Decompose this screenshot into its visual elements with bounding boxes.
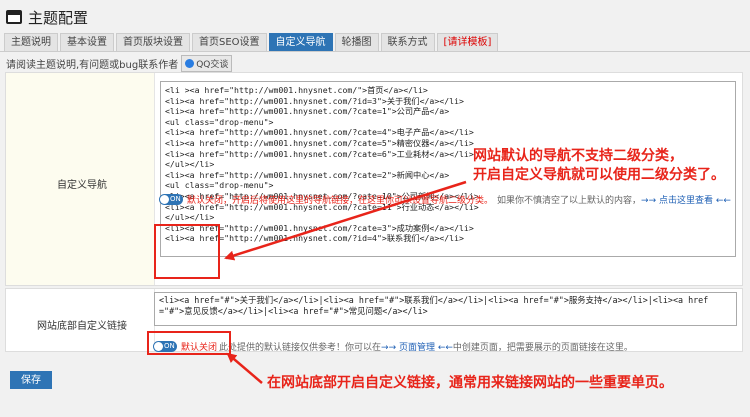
save-button[interactable]: 保存 bbox=[10, 371, 52, 389]
highlight-box-footer-toggle bbox=[147, 331, 231, 355]
tab-slider[interactable]: 轮播图 bbox=[334, 33, 379, 51]
annotation-top-line2: 开启自定义导航就可以使用二级分类了。 bbox=[473, 167, 725, 183]
page-manage-link[interactable]: →→ 页面管理 ←← bbox=[381, 340, 453, 353]
qq-icon bbox=[185, 59, 195, 68]
qq-chat-label: QQ交谈 bbox=[196, 60, 229, 70]
footer-links-label-cell: 网站底部自定义链接 bbox=[6, 289, 155, 351]
qq-chat-button[interactable]: QQ交谈 bbox=[181, 55, 233, 72]
custom-nav-toggle-row: ON 默认关闭 ，开启后将使用这里的导航链接，在这里你可以设置导航二级分类。 如… bbox=[159, 193, 731, 206]
tab-home-blocks[interactable]: 首页版块设置 bbox=[116, 33, 190, 51]
header: 主题配置 bbox=[6, 5, 88, 29]
highlight-box-nav-toggle bbox=[154, 224, 220, 279]
footer-links-label: 网站底部自定义链接 bbox=[37, 321, 127, 332]
notice-bar: 请阅读主题说明,有问题或bug联系作者 QQ交谈 bbox=[6, 55, 233, 72]
tab-template[interactable]: [请详模板] bbox=[436, 33, 499, 51]
footer-links-textarea[interactable]: <li><a href="#">关于我们</a></li>|<li><a hre… bbox=[154, 292, 737, 326]
notice-text: 请阅读主题说明,有问题或bug联系作者 bbox=[6, 60, 179, 71]
page-title: 主题配置 bbox=[28, 8, 89, 27]
tab-contact[interactable]: 联系方式 bbox=[380, 33, 435, 51]
annotation-top-line1: 网站默认的导航不支持二级分类， bbox=[473, 148, 683, 164]
tab-theme-intro[interactable]: 主题说明 bbox=[4, 33, 58, 51]
annotation-top: 网站默认的导航不支持二级分类， 开启自定义导航就可以使用二级分类了。 bbox=[473, 147, 725, 185]
tab-bar: 主题说明 基本设置 首页版块设置 首页SEO设置 自定义导航 轮播图 联系方式 … bbox=[4, 33, 499, 51]
tab-custom-nav[interactable]: 自定义导航 bbox=[268, 33, 333, 51]
custom-nav-default: 默认关闭 bbox=[187, 196, 224, 206]
tab-divider bbox=[0, 51, 750, 52]
footer-links-hint-pre: 此处提供的默认链接仅供参考！你可以在 bbox=[219, 343, 382, 353]
view-default-link[interactable]: →→ 点击这里查看 ←← bbox=[641, 193, 731, 206]
footer-links-hint-post: 中创建页面，把需要展示的页面链接在这里。 bbox=[452, 343, 633, 353]
custom-nav-restore-hint: 如果你不慎清空了以上默认的内容， bbox=[497, 196, 642, 206]
tab-basic-settings[interactable]: 基本设置 bbox=[60, 33, 114, 51]
custom-nav-hint: ，开启后将使用这里的导航链接，在这里你可以设置导航二级分类。 bbox=[223, 196, 494, 206]
custom-nav-label-cell: 自定义导航 bbox=[6, 73, 155, 285]
arrow-to-footer-toggle bbox=[226, 352, 263, 384]
custom-nav-label: 自定义导航 bbox=[57, 180, 107, 191]
annotation-bottom: 在网站底部开启自定义链接，通常用来链接网站的一些重要单页。 bbox=[267, 375, 673, 391]
window-icon bbox=[6, 10, 22, 24]
tab-home-seo[interactable]: 首页SEO设置 bbox=[192, 33, 267, 51]
custom-nav-toggle[interactable]: ON bbox=[159, 194, 183, 205]
